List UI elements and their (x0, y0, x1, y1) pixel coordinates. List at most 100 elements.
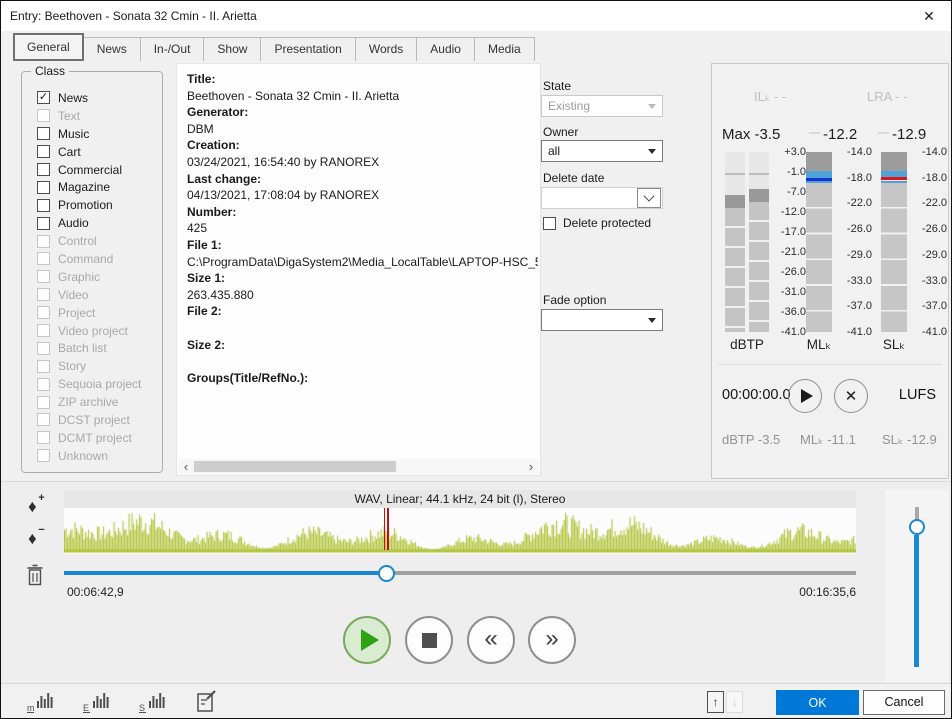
scroll-right-icon[interactable]: › (523, 459, 539, 474)
owner-value: all (548, 144, 560, 158)
loudness-meters-panel: ILₖ - - LRA - - Max -3.5 -12.2 -12.9 +3.… (711, 63, 949, 479)
checkbox-label: Control (58, 234, 97, 248)
lufs-label: LUFS (899, 387, 936, 403)
volume-thumb[interactable] (909, 519, 925, 535)
delete-protected-checkbox[interactable]: Delete protected (543, 216, 651, 230)
cancel-button[interactable]: Cancel (863, 690, 945, 715)
checkbox[interactable] (37, 217, 50, 230)
checkbox (37, 413, 50, 426)
class-item-news[interactable]: ✓News (37, 89, 160, 107)
checkbox-label: Batch list (58, 341, 107, 355)
info-label-title: Title: (187, 71, 538, 88)
info-value: 425 (187, 220, 538, 237)
seek-slider[interactable] (64, 571, 856, 575)
next-entry-button: ↓ (726, 691, 743, 713)
class-item-dcst-project: DCST project (37, 411, 160, 429)
checkbox-label: Sequoia project (58, 377, 141, 391)
checkbox (37, 342, 50, 355)
checkbox-checked[interactable]: ✓ (37, 91, 50, 104)
close-icon[interactable]: ✕ (907, 1, 951, 31)
tab-general[interactable]: General (13, 33, 84, 61)
meter-play-button[interactable] (788, 379, 822, 413)
scale-tick: -17.0 (770, 226, 806, 238)
class-item-music[interactable]: Music (37, 125, 160, 143)
seek-progress (64, 571, 386, 575)
waveform-display[interactable]: WAV, Linear; 44.1 kHz, 24 bit (l), Stere… (64, 490, 856, 554)
checkbox-label: Magazine (58, 180, 110, 194)
scale-tick: -14.0 (909, 146, 947, 158)
info-label-generator: Generator: (187, 104, 538, 121)
meter-fill (881, 183, 907, 332)
checkbox[interactable] (37, 127, 50, 140)
class-item-commercial[interactable]: Commercial (37, 161, 160, 179)
add-marker-button[interactable]: ♦+ (28, 497, 37, 517)
class-item-promotion[interactable]: Promotion (37, 196, 160, 214)
playhead-cursor[interactable] (384, 508, 389, 550)
tab-presentation[interactable]: Presentation (260, 37, 355, 61)
meter-top-segment (881, 152, 907, 171)
checkbox-label: DCMT project (58, 431, 132, 445)
seek-thumb[interactable] (378, 565, 395, 582)
class-item-batch-list: Batch list (37, 339, 160, 357)
scale-tick: -22.0 (909, 197, 947, 209)
checkbox-label: DCST project (58, 413, 130, 427)
ml-meter (806, 152, 832, 332)
play-icon (801, 389, 813, 403)
date-dropdown-button[interactable] (637, 188, 661, 208)
delete-date-picker[interactable] (541, 187, 663, 209)
tab-audio[interactable]: Audio (416, 37, 475, 61)
dbtp-meter-label: dBTP (725, 337, 769, 352)
max-marker (878, 132, 889, 134)
waveform-area[interactable] (64, 508, 856, 554)
checkbox-label: Cart (58, 145, 81, 159)
waveform-view-e-button[interactable]: E (81, 689, 113, 714)
volume-track-filled[interactable] (914, 535, 919, 667)
meter-cancel-button[interactable]: ✕ (834, 379, 868, 413)
forward-button[interactable]: » (528, 616, 576, 664)
tab-words[interactable]: Words (355, 37, 417, 61)
titlebar: Entry: Beethoven - Sonata 32 Cmin - II. … (1, 1, 951, 31)
owner-select[interactable]: all (541, 140, 663, 162)
checkbox[interactable] (37, 199, 50, 212)
checkbox[interactable] (37, 163, 50, 176)
checkbox[interactable] (543, 217, 556, 230)
play-button[interactable] (343, 616, 391, 664)
fade-option-select[interactable] (541, 309, 663, 331)
stop-button[interactable] (405, 616, 453, 664)
cancel-icon: ✕ (845, 387, 858, 405)
checkbox[interactable] (37, 181, 50, 194)
horizontal-scrollbar[interactable]: ‹ › (178, 459, 539, 474)
class-item-magazine[interactable]: Magazine (37, 178, 160, 196)
tab-show[interactable]: Show (203, 37, 261, 61)
info-fields: Title:Beethoven - Sonata 32 Cmin - II. A… (187, 71, 538, 403)
checkbox[interactable] (37, 145, 50, 158)
checkbox-label: Music (58, 127, 89, 141)
checkbox-label: Graphic (58, 270, 100, 284)
waveform-canvas[interactable] (64, 508, 856, 554)
scrollbar-thumb[interactable] (194, 461, 396, 472)
max-sl-readout: -12.9 (878, 126, 926, 143)
remove-marker-button[interactable]: ♦− (28, 529, 37, 549)
ok-button[interactable]: OK (776, 690, 859, 715)
entry-info-panel: Title:Beethoven - Sonata 32 Cmin - II. A… (176, 63, 541, 476)
tab-in-out[interactable]: In-/Out (140, 37, 205, 61)
tab-media[interactable]: Media (474, 37, 535, 61)
rewind-button[interactable]: « (467, 616, 515, 664)
info-label-creation: Creation: (187, 137, 538, 154)
dbtp-stat: dBTP -3.5 (722, 432, 780, 447)
elapsed-time: 00:06:42,9 (67, 585, 124, 599)
class-item-cart[interactable]: Cart (37, 143, 160, 161)
waveform-view-s-button[interactable]: S (137, 689, 169, 714)
waveform-view-m-button[interactable]: m (25, 689, 57, 714)
tab-news[interactable]: News (83, 37, 141, 61)
class-item-audio[interactable]: Audio (37, 214, 160, 232)
info-value (187, 386, 538, 403)
scroll-left-icon[interactable]: ‹ (178, 459, 194, 474)
chevron-down-icon (648, 149, 656, 154)
trash-icon[interactable] (25, 564, 45, 590)
edit-document-icon[interactable] (195, 689, 227, 714)
meter-blue-band (806, 171, 832, 178)
dbtp-meter-left-channel (725, 152, 745, 332)
previous-entry-button[interactable]: ↑ (707, 691, 724, 713)
info-value: DBM (187, 121, 538, 138)
